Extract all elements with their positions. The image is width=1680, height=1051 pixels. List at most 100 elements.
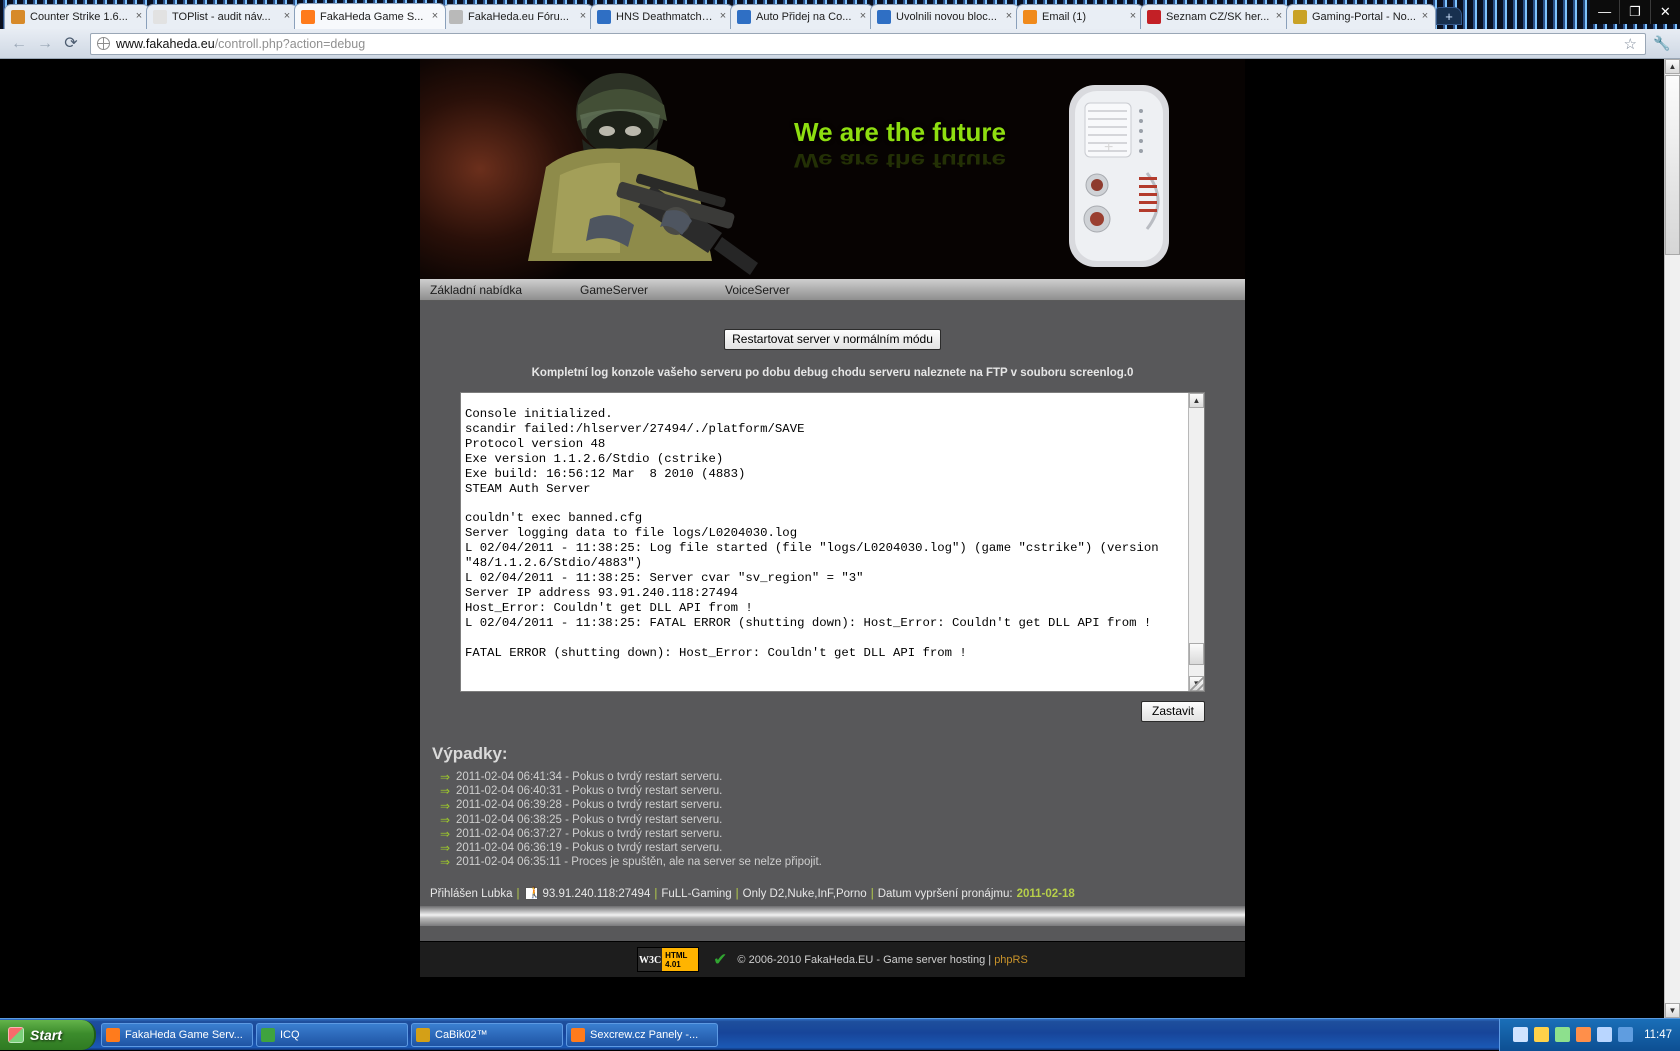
browser-tab-2[interactable]: FakaHeda Game S...× — [294, 3, 446, 29]
console-log-text: Console initialized. scandir failed:/hls… — [461, 393, 1188, 691]
console-scroll-up-icon[interactable]: ▲ — [1189, 393, 1204, 408]
outage-text: 2011-02-04 06:37:27 - Pokus o tvrdý rest… — [456, 827, 722, 841]
back-button[interactable]: ← — [8, 33, 30, 55]
tab-close-icon[interactable]: × — [1127, 11, 1139, 23]
outage-item: ⇒2011-02-04 06:41:34 - Pokus o tvrdý res… — [438, 770, 1245, 784]
speaker-icon[interactable] — [1513, 1027, 1528, 1042]
page-scroll-down-icon[interactable]: ▼ — [1665, 1003, 1680, 1018]
bookmark-star-icon[interactable]: ☆ — [1624, 35, 1639, 53]
stop-server-button[interactable]: Zastavit — [1141, 701, 1205, 722]
reload-button[interactable]: ⟳ — [60, 33, 82, 55]
console-scroll-thumb[interactable] — [1189, 643, 1204, 665]
tab-title: TOPlist - audit náv... — [172, 10, 278, 24]
page-viewport: We are the future We are the future + Zá… — [0, 59, 1680, 1018]
site-banner: We are the future We are the future + — [420, 59, 1245, 279]
browser-window: Counter Strike 1.6...×TOPlist - audit ná… — [0, 0, 1680, 1018]
tab-title: Seznam CZ/SK her... — [1166, 10, 1270, 24]
console-output-panel[interactable]: Console initialized. scandir failed:/hls… — [460, 392, 1205, 692]
menu-item-voiceserver[interactable]: VoiceServer — [719, 280, 796, 300]
copyright-text: © 2006-2010 FakaHeda.EU - Game server ho… — [737, 954, 1027, 966]
taskbar-item-icon — [416, 1028, 430, 1042]
wrench-menu-icon[interactable]: 🔧 — [1652, 35, 1672, 52]
menu-item-gameserver[interactable]: GameServer — [574, 280, 719, 300]
expiry-date: 2011-02-18 — [1017, 888, 1075, 900]
browser-tab-9[interactable]: Gaming-Portal - No...× — [1286, 4, 1436, 29]
tab-title: Counter Strike 1.6... — [30, 10, 130, 24]
arrow-right-icon: ⇒ — [438, 841, 452, 855]
browser-tab-3[interactable]: FakaHeda.eu Fóru...× — [442, 4, 594, 29]
page-scroll-thumb[interactable] — [1665, 75, 1680, 255]
phprs-link[interactable]: phpRS — [994, 954, 1028, 966]
tab-close-icon[interactable]: × — [1003, 11, 1015, 23]
flag-icon[interactable] — [1597, 1027, 1612, 1042]
banner-tagline-reflection: We are the future — [770, 149, 1030, 172]
tab-close-icon[interactable]: × — [577, 11, 589, 23]
url-text: www.fakaheda.eu/controll.php?action=debu… — [116, 37, 365, 51]
tab-close-icon[interactable]: × — [281, 11, 293, 23]
outages-heading: Výpadky: — [420, 722, 1245, 770]
tab-close-icon[interactable]: × — [857, 11, 869, 23]
restart-button-row: Restartovat server v normálním módu — [420, 301, 1245, 350]
tab-close-icon[interactable]: × — [1273, 11, 1285, 23]
copyright-main: © 2006-2010 FakaHeda.EU - Game server ho… — [737, 954, 991, 966]
status-line: Přihlášen Lubka | 93.91.240.118:27494 | … — [420, 869, 1245, 906]
browser-tab-0[interactable]: Counter Strike 1.6...× — [4, 4, 150, 29]
browser-tab-5[interactable]: Auto Přidej na Co...× — [730, 4, 874, 29]
w3c-html-validator-badge[interactable]: W3C HTML 4.01 — [637, 947, 699, 972]
outage-text: 2011-02-04 06:35:11 - Proces je spuštěn,… — [456, 855, 822, 869]
browser-tab-4[interactable]: HNS Deathmatch 2...× — [590, 4, 734, 29]
seznam-icon — [1147, 10, 1161, 24]
counter-strike-soldier-image — [470, 69, 800, 279]
tab-title: FakaHeda Game S... — [320, 10, 426, 24]
chevron-icon[interactable] — [1618, 1027, 1633, 1042]
menu-item-zakladni-nabidka[interactable]: Základní nabídka — [424, 280, 574, 300]
forward-button[interactable]: → — [34, 33, 56, 55]
taskbar-item-1[interactable]: ICQ — [256, 1023, 408, 1047]
textarea-resize-grip[interactable] — [1190, 677, 1204, 691]
tab-close-icon[interactable]: × — [717, 11, 729, 23]
tab-title: HNS Deathmatch 2... — [616, 10, 714, 24]
page-scrollbar[interactable]: ▲ ▼ — [1664, 59, 1680, 1018]
browser-toolbar: ← → ⟳ www.fakaheda.eu/controll.php?actio… — [0, 29, 1680, 59]
close-button[interactable]: ✕ — [1650, 0, 1680, 24]
maximize-button[interactable]: ❐ — [1619, 0, 1649, 24]
start-button-label: Start — [30, 1027, 62, 1043]
fakaheda-icon — [301, 10, 315, 24]
taskbar-item-0[interactable]: FakaHeda Game Serv... — [101, 1023, 253, 1047]
page-bottom-filler — [420, 977, 1245, 1017]
browser-tab-7[interactable]: Email (1)× — [1016, 4, 1144, 29]
stop-button-row: Zastavit — [460, 692, 1205, 722]
browser-tab-6[interactable]: Uvolnili novou bloc...× — [870, 4, 1020, 29]
tab-close-icon[interactable]: × — [133, 11, 145, 23]
start-button[interactable]: Start — [0, 1020, 96, 1050]
taskbar-item-3[interactable]: Sexcrew.cz Panely -... — [566, 1023, 718, 1047]
restart-server-button[interactable]: Restartovat server v normálním módu — [724, 329, 941, 350]
page-content: Restartovat server v normálním módu Komp… — [420, 301, 1245, 941]
outage-item: ⇒2011-02-04 06:36:19 - Pokus o tvrdý res… — [438, 841, 1245, 855]
outage-item: ⇒2011-02-04 06:40:31 - Pokus o tvrdý res… — [438, 784, 1245, 798]
server-maps: Only D2,Nuke,InF,Porno — [743, 888, 867, 900]
site-footer: W3C HTML 4.01 ✔ © 2006-2010 FakaHeda.EU … — [420, 941, 1245, 977]
tab-close-icon[interactable]: × — [429, 11, 441, 23]
browser-tab-8[interactable]: Seznam CZ/SK her...× — [1140, 4, 1290, 29]
address-bar[interactable]: www.fakaheda.eu/controll.php?action=debu… — [90, 33, 1646, 55]
browser-tab-1[interactable]: TOPlist - audit náv...× — [146, 4, 298, 29]
power-icon[interactable] — [1576, 1027, 1591, 1042]
console-scrollbar[interactable]: ▲ ▼ — [1188, 393, 1204, 691]
taskbar-item-2[interactable]: CaBik02™ — [411, 1023, 563, 1047]
page-scroll-up-icon[interactable]: ▲ — [1665, 59, 1680, 74]
shield-icon[interactable] — [1534, 1027, 1549, 1042]
url-host: www.fakaheda.eu — [116, 37, 215, 51]
new-tab-button[interactable]: + — [1436, 7, 1462, 25]
arrow-right-icon: ⇒ — [438, 784, 452, 798]
taskbar-clock[interactable]: 11:47 — [1644, 1029, 1672, 1041]
status-separator-1: | — [512, 888, 523, 900]
outage-item: ⇒2011-02-04 06:35:11 - Proces je spuštěn… — [438, 855, 1245, 869]
server-name: FuLL-Gaming — [661, 888, 731, 900]
minimize-button[interactable]: — — [1590, 0, 1619, 24]
tab-close-icon[interactable]: × — [1419, 11, 1431, 23]
network-icon[interactable] — [1555, 1027, 1570, 1042]
tab-title: Email (1) — [1042, 10, 1124, 24]
taskbar-item-label: FakaHeda Game Serv... — [125, 1029, 243, 1041]
system-tray: 11:47 — [1499, 1019, 1680, 1051]
